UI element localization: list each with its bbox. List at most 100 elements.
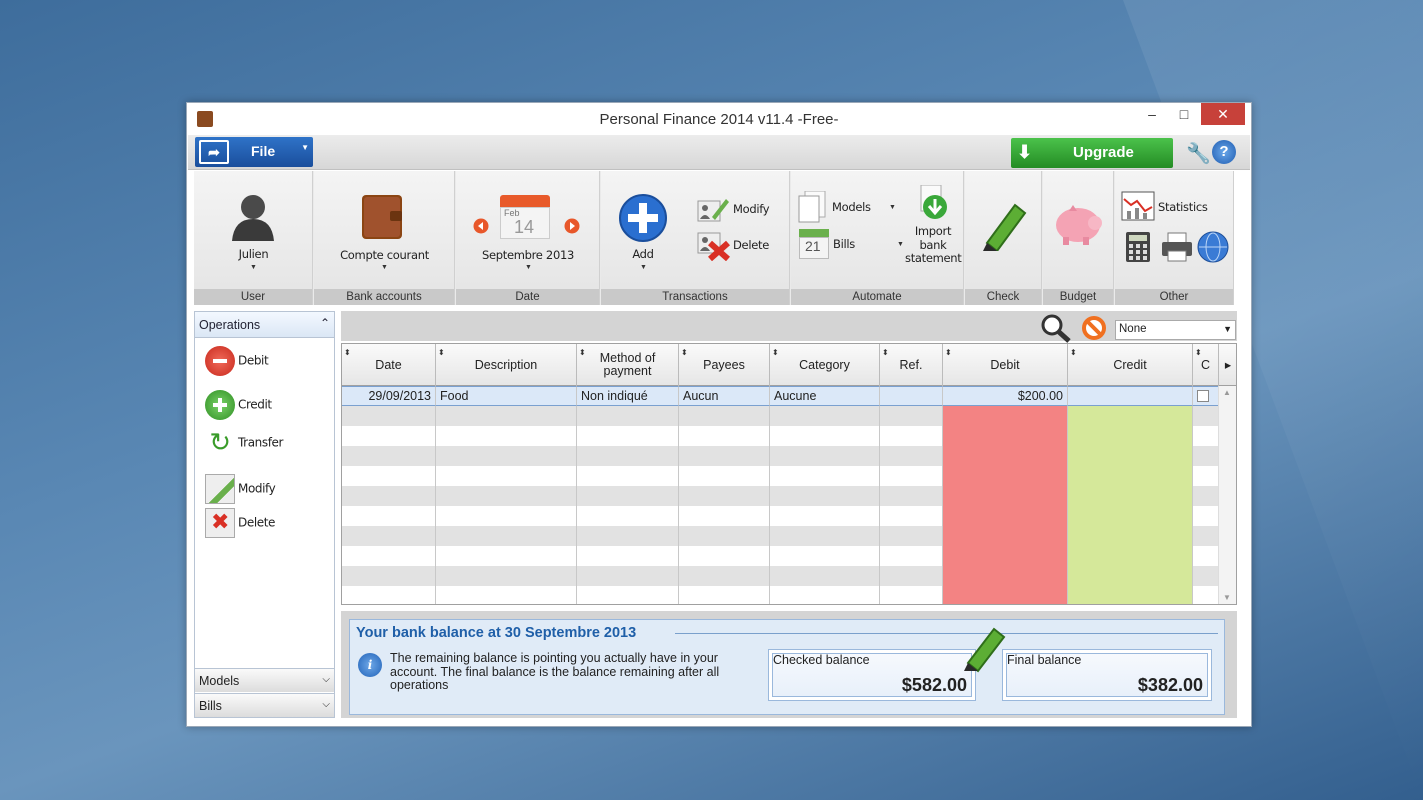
- cell-description[interactable]: [436, 506, 577, 526]
- calculator-button[interactable]: [1125, 231, 1151, 263]
- cell-date[interactable]: [342, 426, 436, 446]
- table-row[interactable]: [342, 506, 1219, 526]
- models-button[interactable]: Models ▼: [797, 191, 897, 223]
- table-row[interactable]: [342, 486, 1219, 506]
- cell-date[interactable]: 29/09/2013: [342, 386, 436, 406]
- tools-icon[interactable]: 🔧: [1186, 141, 1211, 166]
- cell-method[interactable]: [577, 586, 679, 604]
- cell-description[interactable]: [436, 466, 577, 486]
- cell-payee[interactable]: [679, 566, 770, 586]
- cell-ref[interactable]: [880, 546, 943, 566]
- cell-description[interactable]: [436, 406, 577, 426]
- cell-ref[interactable]: [880, 486, 943, 506]
- table-row[interactable]: [342, 566, 1219, 586]
- cell-debit[interactable]: [943, 466, 1068, 486]
- cell-debit[interactable]: [943, 546, 1068, 566]
- column-header-c[interactable]: ⬍ C: [1193, 344, 1219, 386]
- cell-checked[interactable]: [1193, 506, 1219, 526]
- previous-month-button[interactable]: [473, 218, 489, 234]
- delete-transaction-button[interactable]: Delete: [696, 231, 786, 261]
- cell-date[interactable]: [342, 406, 436, 426]
- cell-credit[interactable]: [1068, 386, 1193, 406]
- cell-debit[interactable]: [943, 426, 1068, 446]
- cell-payee[interactable]: [679, 546, 770, 566]
- cell-description[interactable]: [436, 426, 577, 446]
- checked-checkbox[interactable]: [1197, 390, 1209, 402]
- cell-credit[interactable]: [1068, 486, 1193, 506]
- sidebar-item-delete[interactable]: ✖ Delete: [205, 508, 275, 538]
- check-highlighter-button[interactable]: [979, 199, 1029, 251]
- cell-date[interactable]: [342, 526, 436, 546]
- web-globe-button[interactable]: [1197, 231, 1229, 263]
- import-bank-statement-button[interactable]: Import bank statement: [905, 183, 962, 278]
- table-row[interactable]: [342, 546, 1219, 566]
- cell-payee[interactable]: [679, 446, 770, 466]
- cell-payee[interactable]: [679, 426, 770, 446]
- cell-credit[interactable]: [1068, 506, 1193, 526]
- vertical-scrollbar[interactable]: ▲ ▼: [1218, 386, 1236, 604]
- table-row[interactable]: [342, 406, 1219, 426]
- table-row[interactable]: [342, 526, 1219, 546]
- cell-category[interactable]: [770, 406, 880, 426]
- cell-debit[interactable]: [943, 586, 1068, 604]
- cell-description[interactable]: [436, 486, 577, 506]
- file-menu-button[interactable]: ➦ File ▼: [195, 137, 313, 167]
- cell-credit[interactable]: [1068, 406, 1193, 426]
- cell-ref[interactable]: [880, 526, 943, 546]
- bills-section-header[interactable]: Bills ⌵: [195, 693, 334, 717]
- cell-credit[interactable]: [1068, 526, 1193, 546]
- cell-method[interactable]: [577, 526, 679, 546]
- sidebar-item-transfer[interactable]: ↻ Transfer: [205, 428, 283, 458]
- cell-date[interactable]: [342, 586, 436, 604]
- table-row[interactable]: [342, 446, 1219, 466]
- cell-debit[interactable]: [943, 506, 1068, 526]
- cell-date[interactable]: [342, 546, 436, 566]
- sidebar-item-credit[interactable]: Credit: [205, 390, 272, 420]
- minimize-button[interactable]: –: [1135, 103, 1169, 125]
- cell-category[interactable]: [770, 426, 880, 446]
- statistics-button[interactable]: Statistics: [1121, 191, 1231, 223]
- cell-checked[interactable]: [1193, 546, 1219, 566]
- cell-credit[interactable]: [1068, 426, 1193, 446]
- column-header-debit[interactable]: ⬍ Debit: [943, 344, 1068, 386]
- cell-checked[interactable]: [1193, 486, 1219, 506]
- cell-category[interactable]: [770, 446, 880, 466]
- close-button[interactable]: ✕: [1201, 103, 1245, 125]
- cell-debit[interactable]: [943, 566, 1068, 586]
- filter-select[interactable]: None ▼: [1115, 320, 1236, 340]
- cell-ref[interactable]: [880, 586, 943, 604]
- cell-checked[interactable]: [1193, 426, 1219, 446]
- column-header-date[interactable]: ⬍ Date: [342, 344, 436, 386]
- cell-checked[interactable]: [1193, 526, 1219, 546]
- cell-method[interactable]: [577, 446, 679, 466]
- table-row[interactable]: [342, 466, 1219, 486]
- cell-category[interactable]: [770, 506, 880, 526]
- cell-category[interactable]: [770, 546, 880, 566]
- cell-method[interactable]: [577, 426, 679, 446]
- cell-date[interactable]: [342, 446, 436, 466]
- cell-date[interactable]: [342, 566, 436, 586]
- next-month-button[interactable]: [564, 218, 580, 234]
- cell-ref[interactable]: [880, 386, 943, 406]
- table-row[interactable]: 29/09/2013 Food Non indiqué Aucun Aucune $200…: [342, 386, 1219, 406]
- cell-credit[interactable]: [1068, 566, 1193, 586]
- cell-category[interactable]: [770, 586, 880, 604]
- maximize-button[interactable]: □: [1167, 103, 1201, 125]
- cell-payee[interactable]: Aucun: [679, 386, 770, 406]
- cell-description[interactable]: [436, 586, 577, 604]
- cell-method[interactable]: [577, 486, 679, 506]
- bank-account-selector[interactable]: Compte courant ▼: [314, 171, 455, 281]
- column-header-payees[interactable]: ⬍ Payees: [679, 344, 770, 386]
- cell-ref[interactable]: [880, 446, 943, 466]
- cell-checked[interactable]: [1193, 386, 1219, 406]
- cell-credit[interactable]: [1068, 586, 1193, 604]
- cell-checked[interactable]: [1193, 586, 1219, 604]
- cell-category[interactable]: [770, 526, 880, 546]
- sidebar-item-modify[interactable]: Modify: [205, 474, 276, 504]
- modify-transaction-button[interactable]: Modify: [696, 195, 786, 223]
- cell-checked[interactable]: [1193, 466, 1219, 486]
- cell-category[interactable]: [770, 486, 880, 506]
- cell-method[interactable]: [577, 566, 679, 586]
- upgrade-button[interactable]: ⬇ Upgrade: [1011, 138, 1173, 168]
- scroll-columns-right-icon[interactable]: ▸: [1219, 344, 1236, 386]
